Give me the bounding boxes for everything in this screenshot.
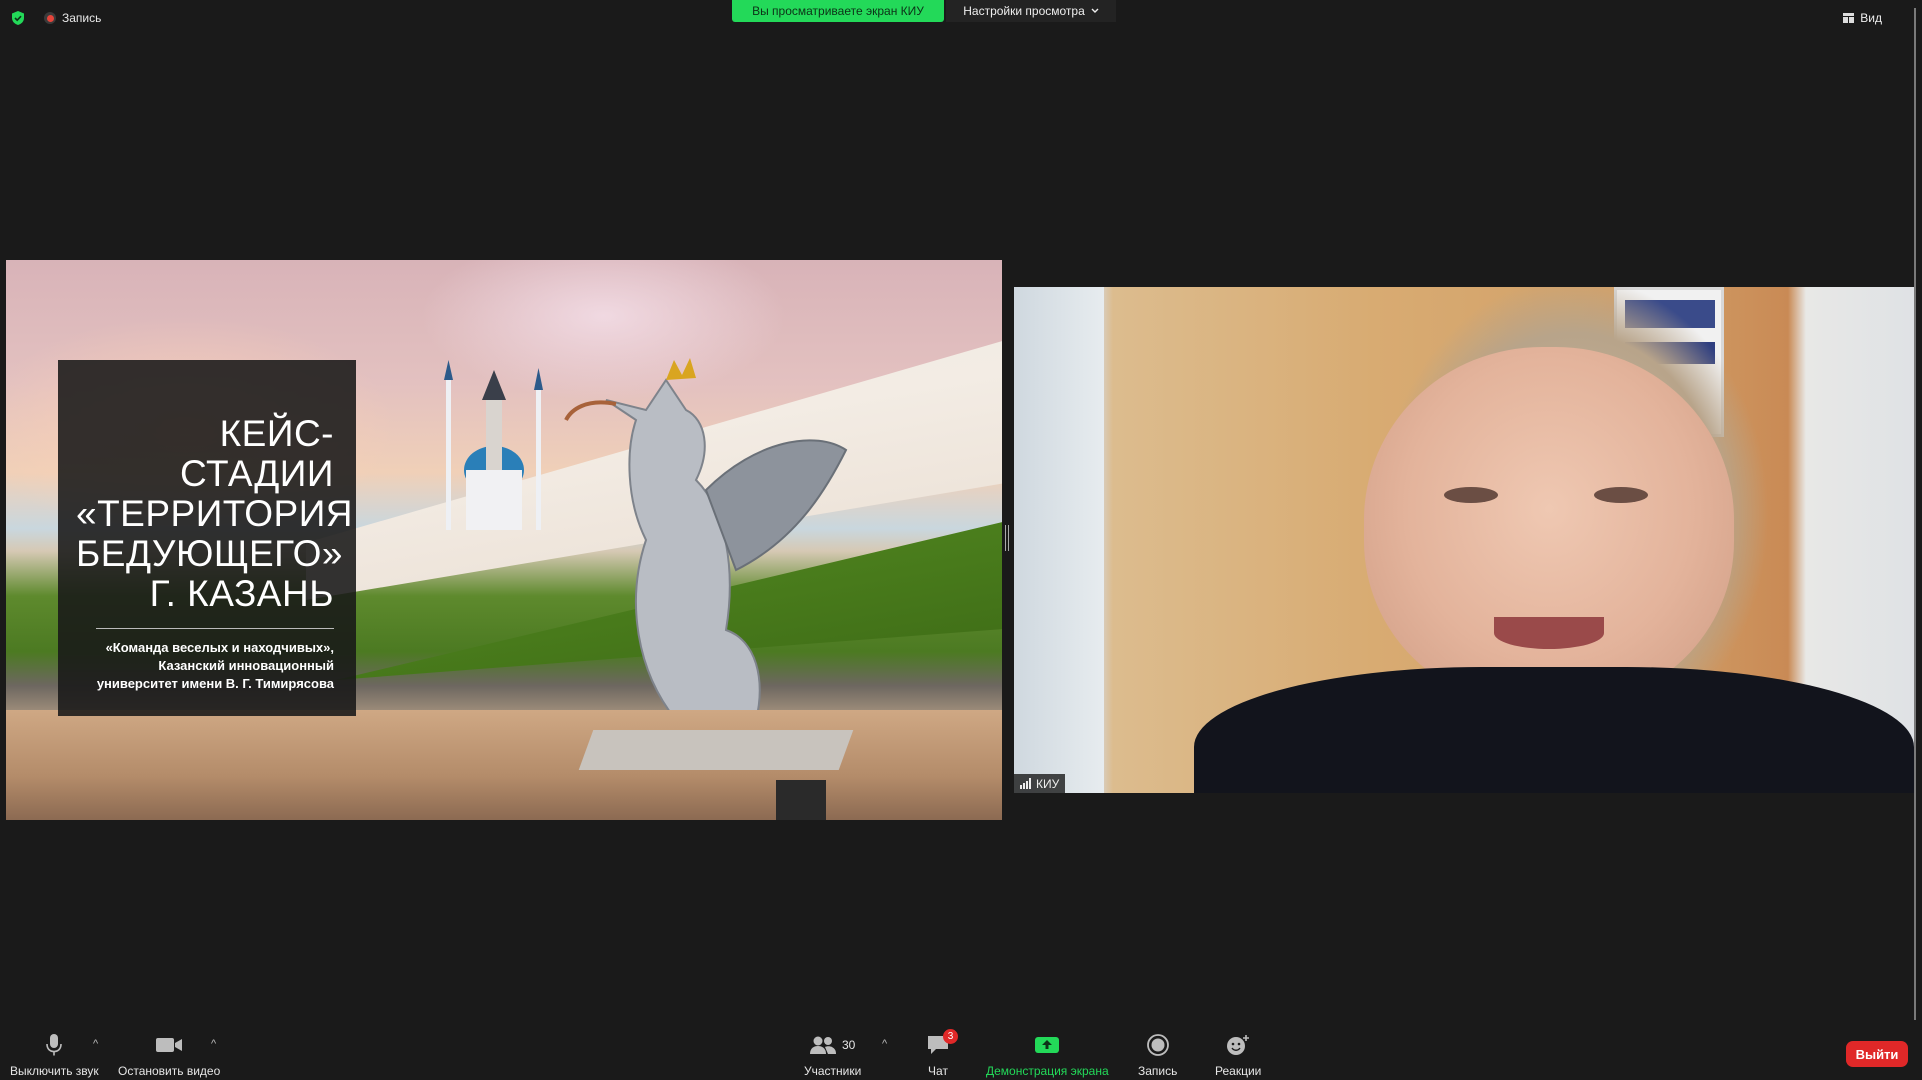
microphone-icon — [46, 1034, 63, 1056]
participants-button[interactable]: 30 Участники — [804, 1032, 861, 1078]
participant-eye — [1594, 487, 1648, 503]
signal-strength-icon — [1020, 778, 1031, 789]
chat-button[interactable]: 3 Чат — [926, 1029, 958, 1078]
participants-label: Участники — [804, 1064, 862, 1078]
share-screen-icon — [1035, 1037, 1060, 1053]
view-label: Вид — [1860, 11, 1882, 25]
statue-pedestal-image — [578, 730, 854, 770]
top-left-indicators: Запись — [10, 10, 101, 26]
share-screen-button[interactable]: Демонстрация экрана — [986, 1032, 1109, 1078]
dragon-statue-image — [564, 358, 848, 721]
slide-title-line: Г. КАЗАНЬ — [149, 573, 334, 614]
record-dot-icon — [44, 12, 56, 24]
slide-title-line: «ТЕРРИТОРИЯ — [76, 493, 354, 534]
chat-unread-badge: 3 — [943, 1029, 958, 1044]
chevron-down-icon — [1091, 8, 1099, 13]
video-label: Остановить видео — [118, 1064, 221, 1078]
mute-button[interactable]: Выключить звук — [10, 1032, 99, 1078]
slide-divider — [96, 628, 334, 629]
chat-label: Чат — [928, 1064, 948, 1078]
slide-title-line: СТАДИИ — [179, 453, 334, 494]
view-settings-label: Настройки просмотра — [963, 4, 1085, 18]
plaque-image — [776, 780, 826, 820]
embankment-image — [6, 710, 1002, 820]
participants-icon — [809, 1036, 836, 1054]
participants-count: 30 — [841, 1038, 856, 1052]
slide-title-line: БЕДУЮЩЕГО» — [76, 533, 343, 574]
slide-subtitle: «Команда веселых и находчивых», Казански… — [76, 639, 334, 693]
grid-view-icon — [1843, 13, 1855, 23]
shared-screen[interactable]: КЕЙС- СТАДИИ «ТЕРРИТОРИЯ БЕДУЮЩЕГО» Г. К… — [6, 260, 1002, 820]
recording-indicator[interactable]: Запись — [44, 11, 101, 25]
view-button[interactable]: Вид — [1843, 11, 1882, 25]
leave-meeting-button[interactable]: Выйти — [1846, 1041, 1908, 1067]
recording-label: Запись — [62, 11, 102, 25]
participant-mouth — [1494, 617, 1604, 649]
participant-face — [1364, 347, 1734, 707]
scrollbar[interactable] — [1914, 8, 1916, 1070]
slide-title: КЕЙС- СТАДИИ «ТЕРРИТОРИЯ БЕДУЮЩЕГО» Г. К… — [76, 413, 354, 614]
participant-eye — [1444, 487, 1498, 503]
participant-name: КИУ — [1036, 776, 1060, 791]
participants-options-caret-icon[interactable]: ^ — [882, 1038, 894, 1050]
reactions-label: Реакции — [1215, 1064, 1262, 1078]
participant-body — [1194, 667, 1914, 793]
reactions-button[interactable]: Реакции — [1215, 1032, 1261, 1078]
video-camera-icon — [156, 1038, 183, 1052]
record-button[interactable]: Запись — [1138, 1032, 1177, 1078]
meeting-toolbar: Выключить звук ^ Остановить видео ^ 30 У… — [0, 1020, 1922, 1080]
record-icon — [1146, 1034, 1169, 1056]
slide-subtitle-line: университет имени В. Г. Тимирясова — [96, 676, 334, 691]
emoji-reaction-icon — [1227, 1035, 1250, 1055]
participant-video[interactable] — [1014, 287, 1914, 793]
slide-subtitle-line: Казанский инновационный — [158, 658, 334, 673]
window-background — [1014, 287, 1104, 793]
stop-video-button[interactable]: Остановить видео — [118, 1032, 220, 1078]
slide-subtitle-line: «Команда веселых и находчивых», — [105, 640, 334, 655]
participant-name-tag: КИУ — [1014, 774, 1066, 793]
slide-title-line: КЕЙС- — [219, 413, 334, 454]
panel-splitter-handle[interactable] — [1005, 525, 1009, 551]
share-screen-label: Демонстрация экрана — [986, 1064, 1109, 1078]
video-options-caret-icon[interactable]: ^ — [211, 1038, 223, 1050]
view-settings-button[interactable]: Настройки просмотра — [946, 0, 1116, 22]
shield-icon[interactable] — [10, 10, 26, 26]
record-label: Запись — [1138, 1064, 1178, 1078]
slide-title-panel: КЕЙС- СТАДИИ «ТЕРРИТОРИЯ БЕДУЮЩЕГО» Г. К… — [58, 360, 356, 716]
viewing-screen-banner: Вы просматриваете экран КИУ — [732, 0, 944, 22]
audio-options-caret-icon[interactable]: ^ — [93, 1038, 105, 1050]
mute-label: Выключить звук — [10, 1064, 99, 1078]
